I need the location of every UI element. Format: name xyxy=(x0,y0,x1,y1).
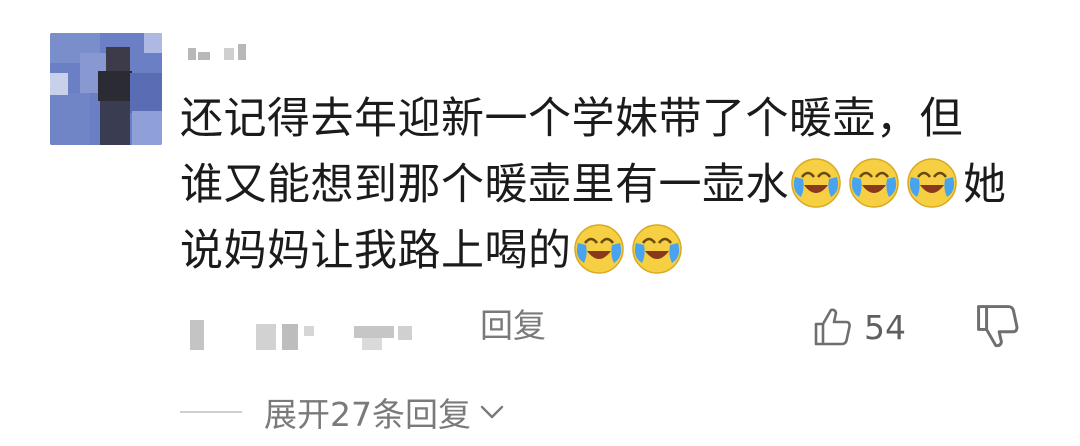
expand-replies-label: 展开27条回复 xyxy=(264,395,471,434)
crying-laughing-emoji-icon xyxy=(791,158,841,208)
comment-line-2: 谁又能想到那个暖壶里有一壶水 xyxy=(180,160,789,210)
avatar[interactable] xyxy=(50,33,162,145)
thumbs-up-icon xyxy=(814,308,851,346)
like-button[interactable]: 54 xyxy=(812,302,906,352)
comment-meta-obscured xyxy=(190,318,420,352)
comment-line-3: 说妈妈让我路上喝的 xyxy=(180,226,572,276)
comment-text: 还记得去年迎新一个学妹带了个暖壶，但 谁又能想到那个暖壶里有一壶水 她说妈妈让我路上… xyxy=(180,86,1040,284)
crying-laughing-emoji-icon xyxy=(573,224,624,274)
username-obscured[interactable] xyxy=(188,44,260,62)
dislike-button[interactable] xyxy=(974,302,1022,350)
like-count: 54 xyxy=(864,307,906,347)
reply-button[interactable]: 回复 xyxy=(480,304,546,348)
chevron-down-icon xyxy=(480,405,504,419)
thumbs-down-icon xyxy=(977,305,1019,348)
comment-line-2-tail: 她 xyxy=(963,160,1007,210)
expand-replies-button[interactable]: 展开27条回复 xyxy=(180,390,507,434)
crying-laughing-emoji-icon xyxy=(849,158,899,208)
divider-line xyxy=(180,411,242,413)
crying-laughing-emoji-icon xyxy=(631,224,682,274)
crying-laughing-emoji-icon xyxy=(907,158,957,208)
comment-line-1: 还记得去年迎新一个学妹带了个暖壶，但 xyxy=(180,94,963,144)
